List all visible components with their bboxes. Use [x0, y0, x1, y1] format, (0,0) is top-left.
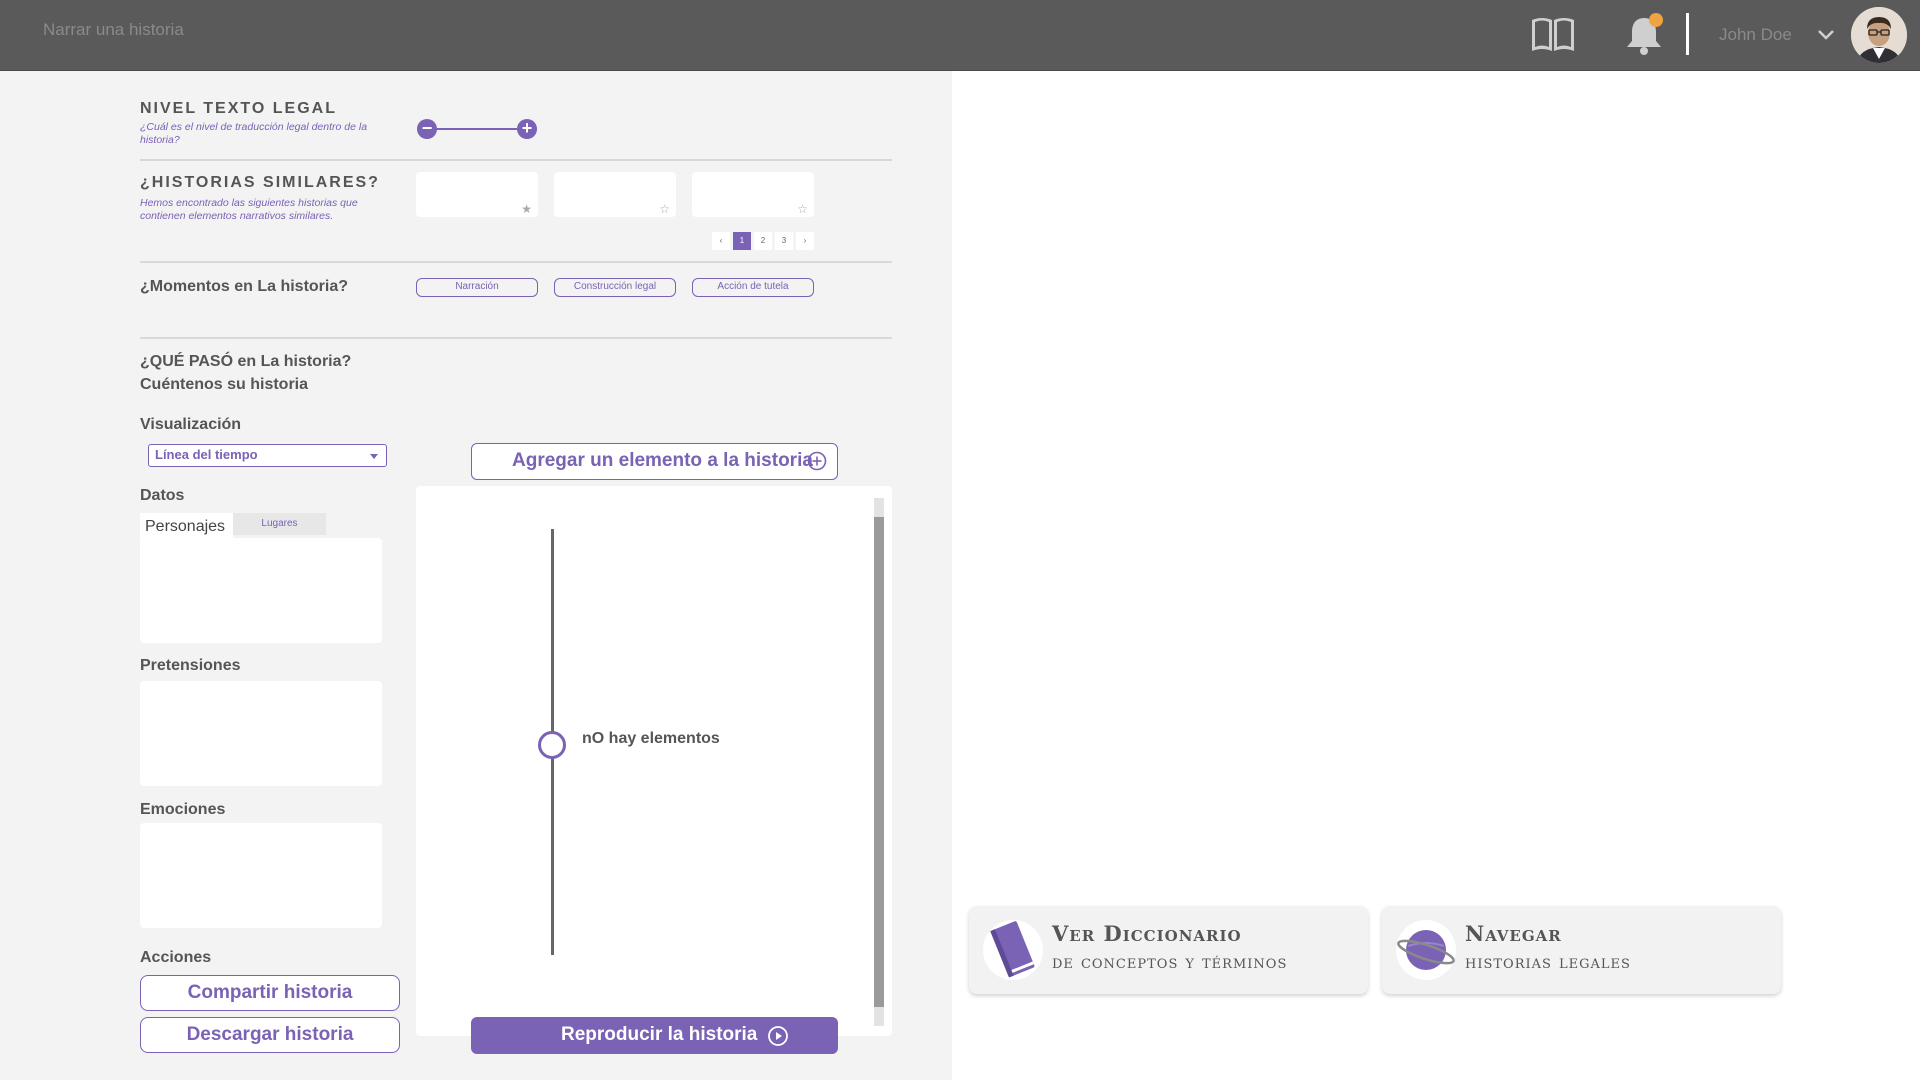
book-icon: [983, 920, 1043, 980]
similar-stories-title: ¿HISTORIAS SIMILARES?: [140, 174, 380, 191]
prev-page-button[interactable]: ‹: [712, 232, 730, 250]
similar-stories-subtitle: Hemos encontrado las siguientes historia…: [140, 197, 358, 222]
avatar[interactable]: [1851, 7, 1907, 63]
app-title: Narrar una historia: [43, 20, 184, 39]
star-icon[interactable]: ★: [521, 202, 532, 216]
browse-card-subtitle: historias legales: [1465, 951, 1631, 973]
decrease-level-button[interactable]: −: [417, 119, 437, 139]
chevron-down-icon[interactable]: [1816, 28, 1836, 42]
share-story-button[interactable]: Compartir historia: [140, 975, 400, 1011]
book-icon[interactable]: [1529, 14, 1577, 54]
data-label: Datos: [140, 487, 185, 504]
moment-tag[interactable]: Construcción legal: [554, 278, 676, 297]
user-name[interactable]: John Doe: [1719, 25, 1792, 45]
browse-card-title: Navegar: [1465, 921, 1562, 946]
story-subtitle: Cuéntenos su historia: [140, 376, 309, 393]
emotions-label: Emociones: [140, 801, 226, 818]
moment-tag[interactable]: Narración: [416, 278, 538, 297]
dictionary-card-title: Ver Diccionario: [1052, 921, 1242, 946]
characters-box[interactable]: [140, 538, 382, 643]
dictionary-card-subtitle: de conceptos y términos: [1052, 951, 1288, 973]
next-page-button[interactable]: ›: [796, 232, 814, 250]
play-story-button[interactable]: Reproducir la historia: [471, 1017, 838, 1054]
star-outline-icon[interactable]: ☆: [797, 202, 808, 216]
browse-stories-card[interactable]: Navegar historias legales: [1382, 906, 1781, 994]
similar-story-card[interactable]: ☆: [692, 172, 814, 217]
avatar-image: [1851, 7, 1907, 63]
claims-box[interactable]: [140, 681, 382, 786]
visualization-select[interactable]: Línea del tiempo: [148, 444, 387, 467]
play-circle-icon: [768, 1026, 788, 1046]
page-1-button[interactable]: 1: [733, 232, 751, 250]
increase-level-button[interactable]: +: [517, 119, 537, 139]
dictionary-card[interactable]: Ver Diccionario de conceptos y términos: [969, 906, 1368, 994]
scrollbar-thumb[interactable]: [874, 517, 884, 1007]
divider: [140, 159, 892, 161]
similar-story-card[interactable]: ★: [416, 172, 538, 217]
moment-tag[interactable]: Acción de tutela: [692, 278, 814, 297]
top-bar: Narrar una historia John Doe: [0, 0, 1920, 71]
top-divider: [1686, 13, 1689, 55]
emotions-box[interactable]: [140, 823, 382, 928]
legal-level-slider[interactable]: [426, 128, 528, 130]
page-3-button[interactable]: 3: [775, 232, 793, 250]
visualization-label: Visualización: [140, 416, 242, 433]
moments-title: ¿Momentos en La historia?: [140, 278, 349, 295]
visualization-value: Línea del tiempo: [155, 447, 258, 462]
add-element-button[interactable]: Agregar un elemento a la historia: [471, 443, 838, 480]
empty-timeline-text: nO hay elementos: [582, 730, 720, 747]
divider: [140, 337, 892, 339]
timeline-panel: nO hay elementos: [416, 486, 892, 1036]
divider: [140, 261, 892, 263]
bell-icon[interactable]: [1623, 12, 1665, 56]
tab-places[interactable]: Lugares: [233, 513, 326, 535]
legal-level-title: NIVEL TEXTO LEGAL: [140, 100, 337, 117]
timeline-node[interactable]: [538, 731, 566, 759]
plus-circle-icon: [807, 451, 827, 471]
star-outline-icon[interactable]: ☆: [659, 202, 670, 216]
add-element-label: Agregar un elemento a la historia: [512, 450, 813, 471]
caret-down-icon: [370, 454, 378, 459]
download-story-button[interactable]: Descargar historia: [140, 1017, 400, 1053]
claims-label: Pretensiones: [140, 657, 241, 674]
story-title: ¿QUÉ PASÓ en La historia?: [140, 353, 352, 370]
legal-level-subtitle: ¿Cuál es el nivel de traducción legal de…: [140, 121, 368, 146]
planet-icon: [1396, 920, 1456, 980]
play-story-label: Reproducir la historia: [561, 1024, 758, 1045]
pagination: ‹ 1 2 3 ›: [712, 232, 814, 250]
similar-story-card[interactable]: ☆: [554, 172, 676, 217]
tab-characters[interactable]: Personajes: [140, 513, 233, 540]
actions-label: Acciones: [140, 949, 212, 966]
page-2-button[interactable]: 2: [754, 232, 772, 250]
